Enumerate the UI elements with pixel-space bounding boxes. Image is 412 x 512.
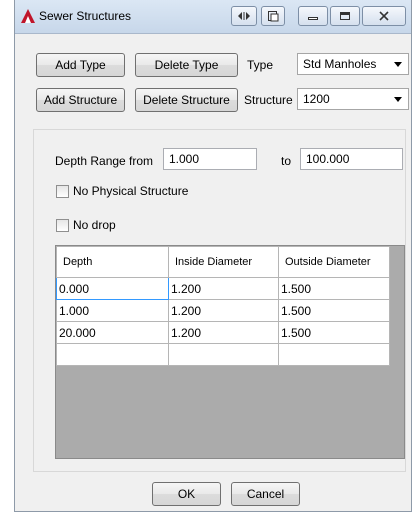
- grid-cell[interactable]: 1.200: [168, 321, 279, 344]
- delete-type-button[interactable]: Delete Type: [135, 53, 238, 77]
- type-select-value: Std Manholes: [303, 57, 377, 71]
- maximize-icon[interactable]: [330, 6, 360, 26]
- sewer-structures-dialog: Sewer Structures Add Type Delete Type Ty…: [14, 0, 412, 512]
- table-row: 0.000 1.200 1.500: [56, 277, 390, 300]
- depth-range-to-label: to: [281, 154, 292, 168]
- no-physical-structure-checkbox[interactable]: [56, 185, 69, 198]
- chevron-down-icon: [394, 97, 402, 102]
- grid-cell[interactable]: 1.200: [168, 277, 279, 300]
- grid-cell[interactable]: 0.000: [56, 277, 169, 300]
- chevron-down-icon: [394, 62, 402, 67]
- type-label: Type: [247, 58, 274, 72]
- structure-select-value: 1200: [303, 92, 330, 106]
- depth-range-from-label: Depth Range from: [55, 154, 154, 168]
- left-right-arrows-icon[interactable]: [231, 6, 257, 26]
- column-header-outside-diameter[interactable]: Outside Diameter: [278, 246, 390, 278]
- no-physical-structure-label: No Physical Structure: [73, 184, 189, 198]
- grid-cell[interactable]: 1.500: [278, 277, 390, 300]
- window-title: Sewer Structures: [39, 9, 132, 23]
- grid-cell[interactable]: [56, 343, 169, 366]
- close-icon[interactable]: [362, 6, 406, 26]
- depth-diameter-grid: Depth Inside Diameter Outside Diameter 0…: [55, 245, 405, 459]
- grid-header-row: Depth Inside Diameter Outside Diameter: [56, 246, 390, 278]
- no-drop-label: No drop: [73, 218, 116, 232]
- column-header-inside-diameter[interactable]: Inside Diameter: [168, 246, 279, 278]
- title-bar[interactable]: Sewer Structures: [15, 0, 411, 34]
- table-row: [56, 343, 390, 366]
- autocad-logo-icon: [20, 8, 36, 24]
- column-header-depth[interactable]: Depth: [56, 246, 169, 278]
- add-type-button[interactable]: Add Type: [36, 53, 125, 77]
- grid-cell[interactable]: [278, 343, 390, 366]
- table-row: 20.000 1.200 1.500: [56, 321, 390, 344]
- type-select[interactable]: Std Manholes: [297, 53, 409, 75]
- depth-from-input[interactable]: 1.000: [163, 148, 257, 170]
- grid-cell[interactable]: 1.500: [278, 321, 390, 344]
- restore-down-icon[interactable]: [261, 6, 285, 26]
- grid-table: Depth Inside Diameter Outside Diameter 0…: [56, 246, 390, 366]
- grid-cell[interactable]: [168, 343, 279, 366]
- grid-cell[interactable]: 1.200: [168, 299, 279, 322]
- cancel-button[interactable]: Cancel: [231, 482, 300, 506]
- no-drop-checkbox[interactable]: [56, 219, 69, 232]
- add-structure-button[interactable]: Add Structure: [36, 88, 125, 112]
- structure-label: Structure: [244, 93, 293, 107]
- grid-cell[interactable]: 1.000: [56, 299, 169, 322]
- depth-to-input[interactable]: 100.000: [300, 148, 403, 170]
- ok-button[interactable]: OK: [152, 482, 221, 506]
- delete-structure-button[interactable]: Delete Structure: [135, 88, 238, 112]
- grid-cell[interactable]: 20.000: [56, 321, 169, 344]
- structure-select[interactable]: 1200: [297, 88, 409, 110]
- minimize-icon[interactable]: [298, 6, 328, 26]
- table-row: 1.000 1.200 1.500: [56, 299, 390, 322]
- grid-cell[interactable]: 1.500: [278, 299, 390, 322]
